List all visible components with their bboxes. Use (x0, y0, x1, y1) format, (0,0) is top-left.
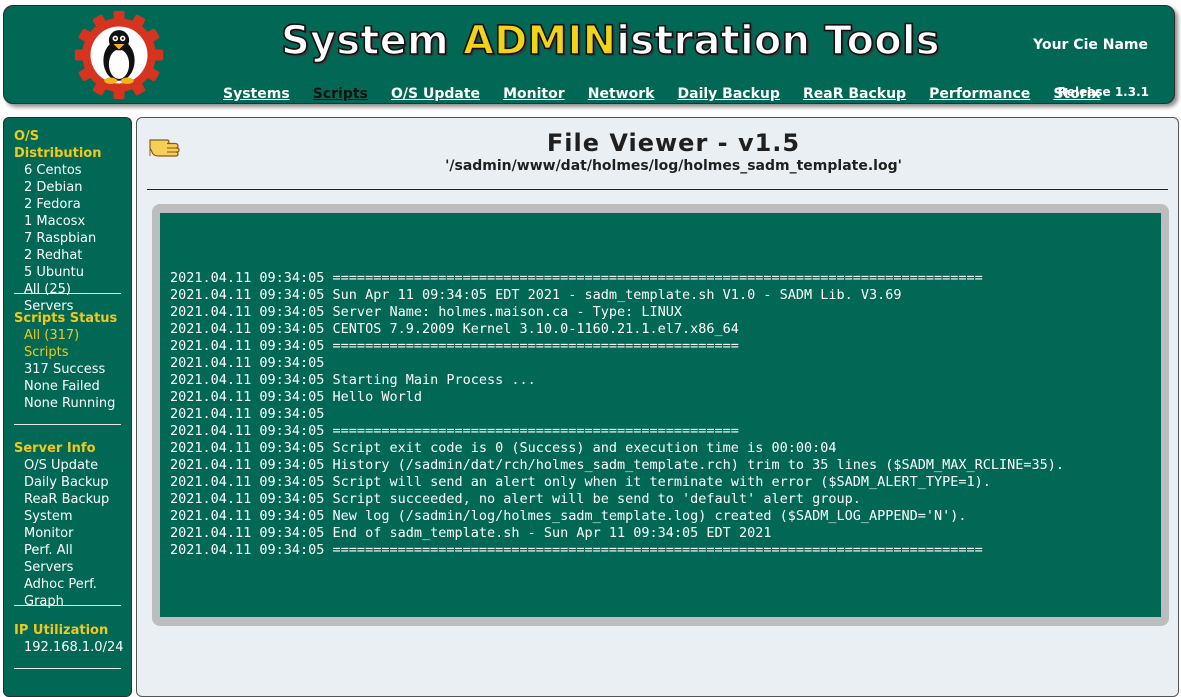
log-line: 2021.04.11 09:34:05 (170, 355, 333, 371)
log-line: 2021.04.11 09:34:05 ====================… (170, 270, 983, 286)
sidebar-item-centos[interactable]: 6 Centos (14, 162, 124, 179)
log-line: 2021.04.11 09:34:05 Sun Apr 11 09:34:05 … (170, 287, 902, 303)
server-info-title: Server Info (14, 441, 96, 456)
sidebar-item-redhat[interactable]: 2 Redhat (14, 247, 124, 264)
sidebar-divider (14, 605, 121, 606)
sidebar-divider (14, 424, 121, 425)
sidebar-item-subnet[interactable]: 192.168.1.0/24 (14, 639, 124, 656)
company-name: Your Cie Name (1033, 37, 1148, 53)
sidebar-item-adhoc-perf-graph[interactable]: Graph (14, 593, 124, 610)
log-line: 2021.04.11 09:34:05 (170, 406, 333, 422)
log-line: 2021.04.11 09:34:05 History (/sadmin/dat… (170, 457, 1065, 473)
server-info-section: Server Info O/S Update Daily Backup ReaR… (14, 440, 124, 610)
log-line: 2021.04.11 09:34:05 CENTOS 7.9.2009 Kern… (170, 321, 739, 337)
sidebar: O/S Distribution 6 Centos 2 Debian 2 Fed… (3, 117, 132, 697)
sidebar-item-rear-backup[interactable]: ReaR Backup (14, 491, 124, 508)
title-part-2: ADMIN (462, 17, 617, 65)
nav-scripts[interactable]: Scripts (313, 86, 368, 102)
log-line: 2021.04.11 09:34:05 ====================… (170, 338, 739, 354)
sidebar-item-perf-all[interactable]: Perf. All (14, 542, 124, 559)
header-banner: System ADMINistration Tools Your Cie Nam… (3, 5, 1175, 104)
nav-systems[interactable]: Systems (223, 86, 290, 102)
os-distribution-title: O/S Distribution (14, 129, 102, 161)
log-lines: 2021.04.11 09:34:05 ====================… (170, 270, 1064, 559)
log-line: 2021.04.11 09:34:05 Starting Main Proces… (170, 372, 536, 388)
tux-gear-icon[interactable] (73, 9, 165, 101)
sidebar-item-os-update[interactable]: O/S Update (14, 457, 124, 474)
title-divider (147, 189, 1168, 190)
sidebar-item-macosx[interactable]: 1 Macosx (14, 213, 124, 230)
log-line: 2021.04.11 09:34:05 Hello World (170, 389, 422, 405)
log-line: 2021.04.11 09:34:05 New log (/sadmin/log… (170, 508, 967, 524)
log-line: 2021.04.11 09:34:05 Server Name: holmes.… (170, 304, 683, 320)
top-nav: Systems Scripts O/S Update Monitor Netwo… (223, 83, 1118, 102)
sidebar-item-success[interactable]: 317 Success (14, 361, 124, 378)
title-part-3: istration Tools (615, 17, 940, 65)
app-title-banner: System ADMINistration Tools (280, 17, 940, 65)
sidebar-divider (14, 293, 121, 294)
sidebar-item-failed[interactable]: None Failed (14, 378, 124, 395)
ip-utilization-title: IP Utilization (14, 623, 109, 638)
log-line: 2021.04.11 09:34:05 End of sadm_template… (170, 525, 772, 541)
sidebar-item-daily-backup[interactable]: Daily Backup (14, 474, 124, 491)
file-path: '/sadmin/www/dat/holmes/log/holmes_sadm_… (445, 158, 902, 174)
log-viewer[interactable]: 2021.04.11 09:34:05 ====================… (160, 213, 1161, 617)
main-content: File Viewer - v1.5 '/sadmin/www/dat/holm… (136, 117, 1179, 697)
ip-utilization-section: IP Utilization 192.168.1.0/24 (14, 622, 124, 656)
nav-daily-backup[interactable]: Daily Backup (678, 86, 780, 102)
os-distribution-section: O/S Distribution 6 Centos 2 Debian 2 Fed… (14, 128, 124, 315)
sidebar-item-perf-all-servers[interactable]: Servers (14, 559, 124, 576)
nav-os-update[interactable]: O/S Update (391, 86, 480, 102)
nav-rear-backup[interactable]: ReaR Backup (803, 86, 906, 102)
log-line: 2021.04.11 09:34:05 ====================… (170, 423, 739, 439)
sidebar-item-raspbian[interactable]: 7 Raspbian (14, 230, 124, 247)
sidebar-item-scripts[interactable]: Scripts (14, 344, 124, 361)
nav-storix[interactable]: Storix (1053, 86, 1100, 102)
sidebar-divider (14, 668, 121, 669)
log-line: 2021.04.11 09:34:05 ====================… (170, 542, 983, 558)
nav-performance[interactable]: Performance (929, 86, 1030, 102)
log-line: 2021.04.11 09:34:05 Script will send an … (170, 474, 991, 490)
sidebar-item-running[interactable]: None Running (14, 395, 124, 412)
nav-network[interactable]: Network (588, 86, 655, 102)
scripts-status-title: Scripts Status (14, 311, 118, 326)
sidebar-item-ubuntu[interactable]: 5 Ubuntu (14, 264, 124, 281)
sidebar-item-debian[interactable]: 2 Debian (14, 179, 124, 196)
sidebar-item-fedora[interactable]: 2 Fedora (14, 196, 124, 213)
scripts-status-section: Scripts Status All (317) Scripts 317 Suc… (14, 310, 124, 412)
sidebar-item-system-monitor[interactable]: System Monitor (14, 508, 124, 542)
log-line: 2021.04.11 09:34:05 Script succeeded, no… (170, 491, 861, 507)
sidebar-item-all-scripts[interactable]: All (317) (14, 327, 124, 344)
page-title: File Viewer - v1.5 (546, 129, 801, 157)
nav-monitor[interactable]: Monitor (503, 86, 565, 102)
sidebar-item-adhoc-perf[interactable]: Adhoc Perf. (14, 576, 124, 593)
title-part-1: System (280, 17, 463, 65)
log-line: 2021.04.11 09:34:05 Script exit code is … (170, 440, 837, 456)
log-frame: 2021.04.11 09:34:05 ====================… (152, 204, 1169, 626)
